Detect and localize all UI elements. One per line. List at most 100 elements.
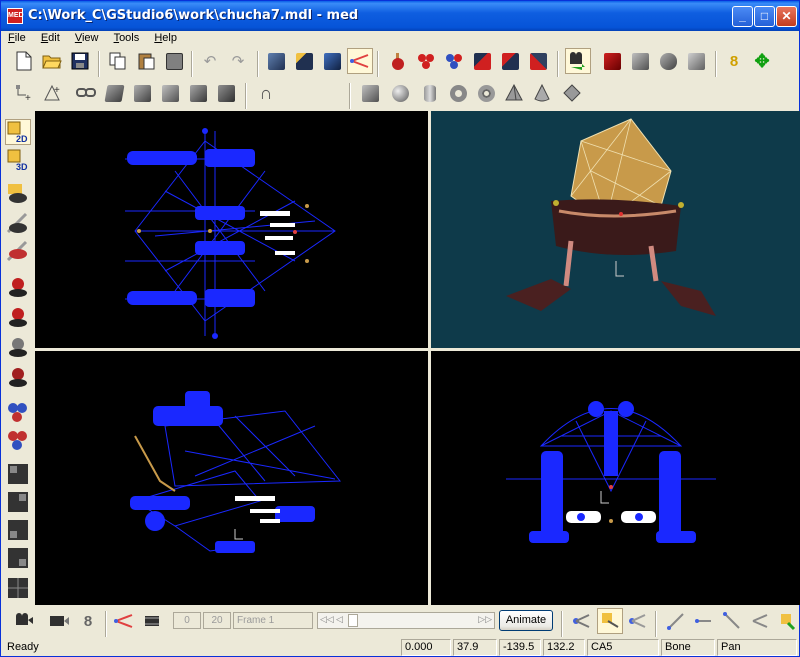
spheres-blue-icon[interactable]: [441, 48, 467, 74]
move-icon[interactable]: ✥: [749, 48, 775, 74]
view-side-icon[interactable]: [5, 211, 31, 237]
frame-end-field[interactable]: 20: [203, 612, 231, 629]
primitive-pyramid-icon[interactable]: [501, 80, 527, 106]
spheres-blue-left-icon[interactable]: [5, 399, 31, 425]
status-bar: Ready 0.000 37.9 -139.5 132.2 CA5 Bone P…: [1, 638, 799, 657]
title-bar[interactable]: MED C:\Work_C\GStudio6\work\chucha7.mdl …: [1, 1, 799, 31]
tool-grey-c-icon[interactable]: [683, 48, 709, 74]
eye-red-c-icon[interactable]: [5, 365, 31, 391]
menu-file[interactable]: File: [1, 31, 31, 44]
primitive-sphere-icon[interactable]: [387, 80, 413, 106]
slider-thumb[interactable]: [348, 614, 358, 627]
layout-3-icon[interactable]: [5, 517, 31, 543]
new-file-icon[interactable]: [11, 48, 37, 74]
camera-icon[interactable]: [565, 48, 591, 74]
frame-name-field[interactable]: Frame 1: [233, 612, 313, 629]
paste-icon[interactable]: [133, 48, 159, 74]
cube-red3-icon[interactable]: [525, 48, 551, 74]
primitive-torus-icon[interactable]: [445, 80, 471, 106]
select-face-icon[interactable]: [291, 48, 317, 74]
close-button[interactable]: ✕: [776, 6, 797, 27]
tool-grey-a-icon[interactable]: [627, 48, 653, 74]
layout-4-icon[interactable]: [5, 545, 31, 571]
cube-red-icon[interactable]: [469, 48, 495, 74]
tool-grey-b-icon[interactable]: [655, 48, 681, 74]
status-mode: Bone: [661, 639, 715, 656]
viewport-3d[interactable]: [431, 111, 800, 348]
viewport-front[interactable]: [431, 351, 800, 605]
primitive-diamond-icon[interactable]: [559, 80, 585, 106]
menu-edit[interactable]: Edit: [34, 31, 65, 44]
bone-tool-g-icon[interactable]: [747, 608, 773, 634]
viewport-area: [35, 111, 800, 605]
anim-bone-icon[interactable]: [111, 608, 137, 634]
shape-d-icon[interactable]: [185, 80, 211, 106]
anim-camera-icon[interactable]: [11, 608, 37, 634]
chain-icon[interactable]: [73, 80, 99, 106]
bone-tool-f-icon[interactable]: [719, 608, 745, 634]
bone-tool-c-icon[interactable]: [625, 608, 651, 634]
delete-icon[interactable]: [161, 48, 187, 74]
spheres-red-icon[interactable]: [413, 48, 439, 74]
layout-quad-icon[interactable]: [5, 575, 31, 601]
view-front-icon[interactable]: [5, 181, 31, 207]
slider-last-icon[interactable]: ▷▷: [478, 614, 492, 625]
slider-prev-icon[interactable]: ◁: [336, 614, 343, 625]
link-icon[interactable]: 8: [721, 48, 747, 74]
eye-red-a-icon[interactable]: [5, 275, 31, 301]
cube-red2-icon[interactable]: [497, 48, 523, 74]
select-vertex-icon[interactable]: [263, 48, 289, 74]
bone-tool-e-icon[interactable]: [691, 608, 717, 634]
viewport-top[interactable]: [35, 111, 428, 348]
view-top-icon[interactable]: [5, 239, 31, 265]
bone-tool-a-icon[interactable]: [569, 608, 595, 634]
svg-text:+: +: [25, 93, 31, 103]
select-edge-icon[interactable]: [319, 48, 345, 74]
copy-icon[interactable]: [105, 48, 131, 74]
menu-tools[interactable]: Tools: [107, 31, 145, 44]
add-face-icon[interactable]: +: [39, 80, 65, 106]
magnet-icon[interactable]: ∩: [253, 80, 279, 106]
open-folder-icon[interactable]: [39, 48, 65, 74]
viewport-side[interactable]: [35, 351, 428, 605]
anim-record-icon[interactable]: [139, 608, 165, 634]
bone-tool-b-icon[interactable]: [597, 608, 623, 634]
view-2d-icon[interactable]: 2D: [5, 119, 31, 145]
shape-b-icon[interactable]: [129, 80, 155, 106]
frame-start-field[interactable]: 0: [173, 612, 201, 629]
anim-loop-icon[interactable]: 8: [75, 608, 101, 634]
select-bone-icon[interactable]: [347, 48, 373, 74]
animate-button[interactable]: Animate: [499, 610, 553, 631]
view-3d-icon[interactable]: 3D: [5, 147, 31, 173]
menu-view[interactable]: View: [68, 31, 104, 44]
menu-help[interactable]: Help: [147, 31, 182, 44]
layout-1-icon[interactable]: [5, 461, 31, 487]
minimize-button[interactable]: _: [732, 6, 753, 27]
primitive-ring-icon[interactable]: [473, 80, 499, 106]
slider-first-icon[interactable]: ◁◁: [320, 614, 334, 625]
shape-a-icon[interactable]: [101, 80, 127, 106]
undo-icon[interactable]: ↶: [197, 48, 223, 74]
primitive-cone-icon[interactable]: [529, 80, 555, 106]
spheres-red-left-icon[interactable]: [5, 427, 31, 453]
save-icon[interactable]: [67, 48, 93, 74]
anim-film-icon[interactable]: [47, 608, 73, 634]
redo-icon[interactable]: ↷: [225, 48, 251, 74]
layout-2-icon[interactable]: [5, 489, 31, 515]
add-bone-icon[interactable]: [385, 48, 411, 74]
eye-grey-icon[interactable]: [5, 335, 31, 361]
primitive-cube-icon[interactable]: [357, 80, 383, 106]
tool-red-cube-icon[interactable]: [599, 48, 625, 74]
bone-tool-h-icon[interactable]: [775, 608, 800, 634]
bone-tool-d-icon[interactable]: [663, 608, 689, 634]
eye-red-b-icon[interactable]: [5, 305, 31, 331]
maximize-button[interactable]: □: [754, 6, 775, 27]
add-vertex-icon[interactable]: +: [11, 80, 37, 106]
shape-c-icon[interactable]: [157, 80, 183, 106]
app-icon[interactable]: MED: [7, 8, 24, 24]
frame-slider[interactable]: ◁◁ ◁ ▷▷: [317, 612, 495, 629]
svg-text:3D: 3D: [16, 162, 28, 172]
primitive-cylinder-icon[interactable]: [417, 80, 443, 106]
shape-e-icon[interactable]: [213, 80, 239, 106]
mesh-3d-view: [506, 118, 716, 316]
